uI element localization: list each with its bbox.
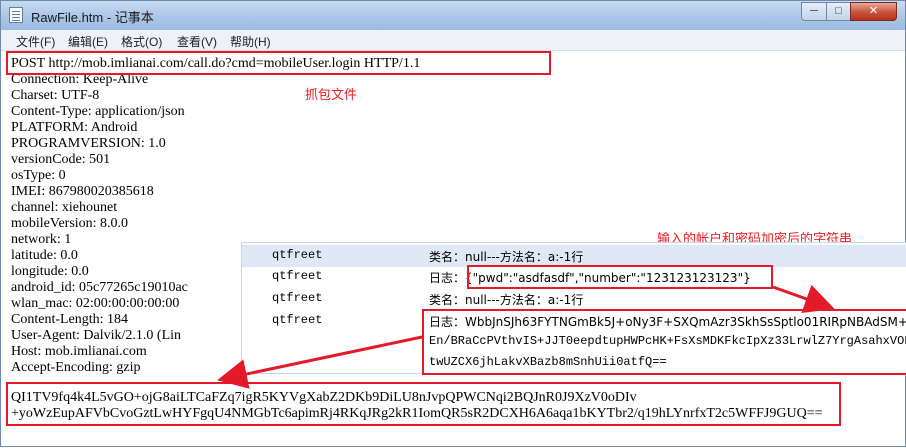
minimize-button[interactable]: ─	[801, 2, 827, 21]
editor-line: Host: mob.imlianai.com	[11, 344, 147, 359]
menu-view[interactable]: 查看(V)	[177, 33, 217, 50]
log-source: qtfreet	[272, 313, 323, 327]
editor-line: PLATFORM: Android	[11, 120, 138, 135]
editor-line: longitude: 0.0	[11, 264, 89, 279]
menu-file[interactable]: 文件(F)	[16, 33, 55, 50]
editor-line: versionCode: 501	[11, 152, 111, 167]
editor-line: PROGRAMVERSION: 1.0	[11, 136, 166, 151]
editor-line: mobileVersion: 8.0.0	[11, 216, 129, 231]
editor-line: Content-Length: 184	[11, 312, 129, 327]
log-message: 类名：null---方法名：a:-1行	[429, 250, 584, 264]
close-button[interactable]: ✕	[850, 2, 897, 21]
log-row[interactable]: qtfreet 类名：null---方法名：a:-1行	[242, 245, 906, 267]
request-line-highlight	[6, 51, 551, 75]
window-title: RawFile.htm - 记事本	[31, 10, 154, 25]
menu-bar: 文件(F) 编辑(E) 格式(O) 查看(V) 帮助(H)	[1, 30, 905, 51]
editor-line: android_id: 05c77265c19010ac	[11, 280, 188, 295]
editor-line: channel: xiehounet	[11, 200, 118, 215]
menu-help[interactable]: 帮助(H)	[230, 33, 271, 50]
editor-line: network: 1	[11, 232, 72, 247]
encrypted-body-highlight	[6, 382, 841, 426]
editor-line: Content-Type: application/json	[11, 104, 185, 119]
editor-line: IMEI: 867980020385618	[11, 184, 154, 199]
menu-edit[interactable]: 编辑(E)	[68, 33, 108, 50]
editor-line: latitude: 0.0	[11, 248, 78, 263]
log-source: qtfreet	[272, 291, 323, 305]
editor-line: User-Agent: Dalvik/2.1.0 (Lin	[11, 328, 182, 343]
notepad-icon	[9, 7, 23, 23]
editor-line: wlan_mac: 02:00:00:00:00:00	[11, 296, 180, 311]
log-message: 类名：null---方法名：a:-1行	[429, 293, 584, 307]
capture-annotation: 抓包文件	[305, 88, 358, 103]
maximize-button[interactable]: □	[826, 2, 851, 21]
title-bar[interactable]: RawFile.htm - 记事本 ─ □ ✕	[1, 1, 905, 30]
editor-line: osType: 0	[11, 168, 66, 183]
notepad-window: RawFile.htm - 记事本 ─ □ ✕ 文件(F) 编辑(E) 格式(O…	[0, 0, 906, 447]
menu-format[interactable]: 格式(O)	[121, 33, 162, 50]
plaintext-highlight	[467, 265, 773, 289]
log-panel: qtfreet 类名：null---方法名：a:-1行 qtfreet 日志：{…	[241, 242, 906, 375]
editor-line: Accept-Encoding: gzip	[11, 360, 141, 375]
log-source: qtfreet	[272, 269, 323, 283]
encrypted-log-highlight	[422, 309, 906, 375]
log-source: qtfreet	[272, 248, 323, 262]
log-row[interactable]: qtfreet 类名：null---方法名：a:-1行	[242, 288, 906, 310]
editor-line: Charset: UTF-8	[11, 88, 100, 103]
